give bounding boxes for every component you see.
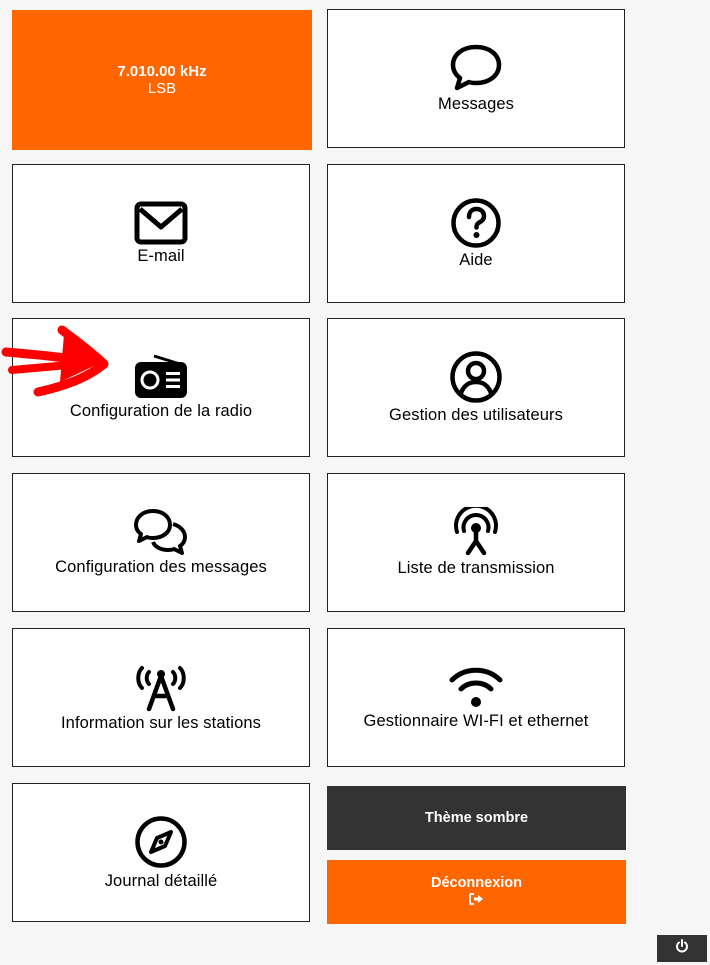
frequency-mode: LSB (147, 80, 177, 97)
dark-theme-button[interactable]: Thème sombre (327, 786, 626, 850)
frequency-tile[interactable]: 7.010.00 kHz LSB (12, 10, 312, 150)
stations-label: Information sur les stations (61, 714, 261, 732)
wifi-label: Gestionnaire WI-FI et ethernet (363, 712, 589, 730)
journal-label: Journal détaillé (104, 872, 218, 890)
user-circle-icon (449, 350, 503, 404)
envelope-icon (134, 201, 188, 245)
users-label: Gestion des utilisateurs (389, 406, 563, 424)
email-label: E-mail (137, 247, 185, 265)
stations-tile[interactable]: Information sur les stations (12, 628, 310, 767)
messages-config-label: Configuration des messages (55, 558, 267, 576)
messages-config-tile[interactable]: Configuration des messages (12, 473, 310, 612)
power-icon (675, 939, 689, 958)
aide-tile[interactable]: Aide (327, 164, 625, 303)
broadcast-tower-icon (449, 507, 503, 557)
compass-icon (133, 814, 189, 870)
power-button[interactable] (657, 935, 707, 962)
question-circle-icon (450, 197, 502, 249)
frequency-value: 7.010.00 kHz (117, 63, 207, 80)
annotation-arrow-icon (0, 320, 112, 405)
transmission-tile[interactable]: Liste de transmission (327, 473, 625, 612)
logout-label: Déconnexion (430, 875, 523, 891)
radio-icon (134, 354, 188, 400)
wifi-tile[interactable]: Gestionnaire WI-FI et ethernet (327, 628, 625, 767)
messages-label: Messages (437, 95, 514, 113)
logout-button[interactable]: Déconnexion (327, 860, 626, 924)
email-tile[interactable]: E-mail (12, 164, 310, 303)
wifi-icon (448, 664, 504, 710)
comments-icon (133, 508, 189, 556)
aide-label: Aide (459, 251, 493, 269)
dark-theme-label: Thème sombre (424, 810, 529, 826)
sign-out-icon (468, 893, 485, 909)
transmission-label: Liste de transmission (397, 559, 555, 577)
antenna-icon (133, 662, 189, 712)
speech-bubble-icon (449, 43, 503, 93)
journal-tile[interactable]: Journal détaillé (12, 783, 310, 922)
messages-tile[interactable]: Messages (327, 9, 625, 148)
users-tile[interactable]: Gestion des utilisateurs (327, 318, 625, 457)
